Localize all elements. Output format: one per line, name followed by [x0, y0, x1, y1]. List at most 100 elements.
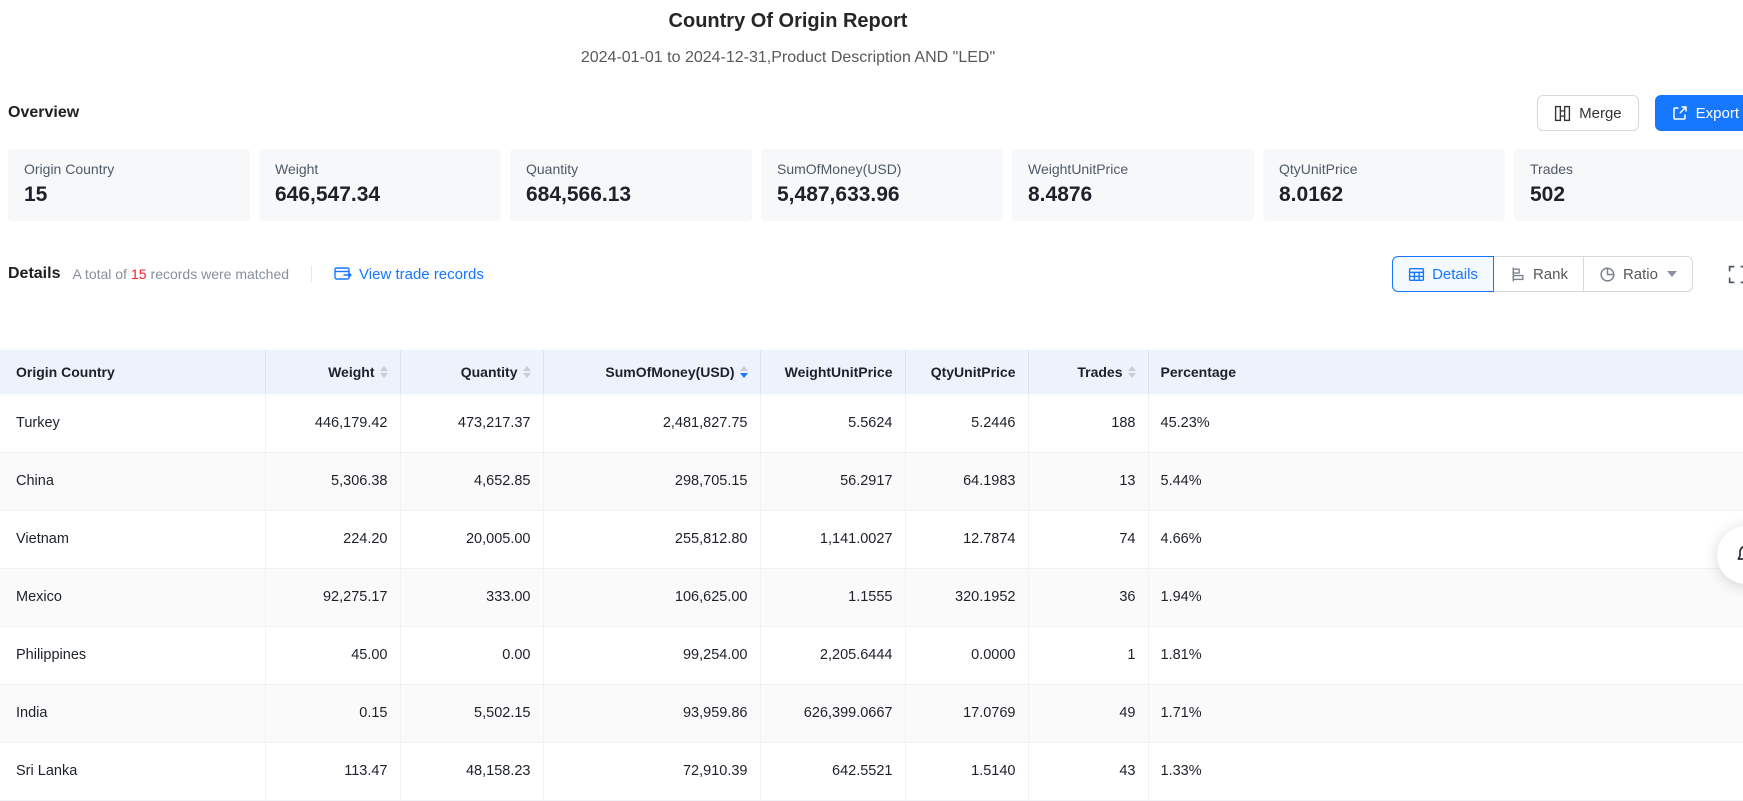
sort-icon[interactable]: [523, 366, 531, 378]
overview-card-value: 15: [24, 183, 234, 207]
table-row: Vietnam224.2020,005.00255,812.801,141.00…: [0, 510, 1743, 568]
value-cell: 1.1555: [760, 568, 905, 626]
table-row: Philippines45.000.0099,254.002,205.64440…: [0, 626, 1743, 684]
origin-country-cell: Sri Lanka: [0, 742, 265, 800]
value-cell: 473,217.37: [400, 394, 543, 452]
origin-country-cell: Mexico: [0, 568, 265, 626]
column-header-trades[interactable]: Trades: [1028, 350, 1148, 394]
value-cell: 0.15: [265, 684, 400, 742]
overview-card: Weight 646,547.34: [259, 149, 501, 221]
merge-button[interactable]: Merge: [1537, 95, 1639, 131]
view-switcher: Details Rank: [1392, 256, 1693, 292]
sort-icon[interactable]: [740, 366, 748, 378]
merge-icon: [1554, 105, 1571, 122]
value-cell: 56.2917: [760, 452, 905, 510]
value-cell: 13: [1028, 452, 1148, 510]
rank-bars-icon: [1509, 266, 1526, 283]
origin-country-cell: China: [0, 452, 265, 510]
column-label: WeightUnitPrice: [785, 364, 893, 380]
tab-ratio[interactable]: Ratio: [1583, 256, 1693, 292]
view-trade-records-link[interactable]: View trade records: [334, 266, 484, 283]
column-header-weightunitprice: WeightUnitPrice: [760, 350, 905, 394]
value-cell: 4.66%: [1148, 510, 1743, 568]
table-row: Turkey446,179.42473,217.372,481,827.755.…: [0, 394, 1743, 452]
tab-rank[interactable]: Rank: [1493, 256, 1584, 292]
value-cell: 45.23%: [1148, 394, 1743, 452]
column-header-sumofmoney-usd-[interactable]: SumOfMoney(USD): [543, 350, 760, 394]
value-cell: 1.71%: [1148, 684, 1743, 742]
overview-card: SumOfMoney(USD) 5,487,633.96: [761, 149, 1003, 221]
value-cell: 642.5521: [760, 742, 905, 800]
value-cell: 1,141.0027: [760, 510, 905, 568]
trade-records-icon: [334, 266, 352, 282]
value-cell: 188: [1028, 394, 1148, 452]
column-label: Percentage: [1161, 364, 1236, 380]
origin-country-cell: India: [0, 684, 265, 742]
overview-card-label: SumOfMoney(USD): [777, 161, 987, 177]
value-cell: 64.1983: [905, 452, 1028, 510]
matched-prefix: A total of: [72, 266, 126, 282]
details-toolbar-left: Details A total of15records were matched…: [8, 265, 484, 283]
column-label: Quantity: [461, 364, 518, 380]
sort-icon[interactable]: [1128, 366, 1136, 378]
column-label: QtyUnitPrice: [931, 364, 1016, 380]
overview-card-value: 8.0162: [1279, 183, 1489, 207]
report-page: Country Of Origin Report 2024-01-01 to 2…: [0, 0, 1743, 801]
tab-details[interactable]: Details: [1392, 256, 1494, 292]
value-cell: 1.5140: [905, 742, 1028, 800]
origin-country-table: Origin Country Weight Quantity SumOfMoney(U…: [0, 350, 1743, 801]
origin-country-cell: Vietnam: [0, 510, 265, 568]
value-cell: 298,705.15: [543, 452, 760, 510]
overview-card-value: 8.4876: [1028, 183, 1238, 207]
export-button[interactable]: Export: [1655, 95, 1743, 131]
column-header-quantity[interactable]: Quantity: [400, 350, 543, 394]
value-cell: 92,275.17: [265, 568, 400, 626]
divider: [311, 266, 312, 282]
table-row: India0.155,502.1593,959.86626,399.066717…: [0, 684, 1743, 742]
value-cell: 0.0000: [905, 626, 1028, 684]
table-row: Mexico92,275.17333.00106,625.001.1555320…: [0, 568, 1743, 626]
value-cell: 626,399.0667: [760, 684, 905, 742]
column-header-origin-country: Origin Country: [0, 350, 265, 394]
overview-card-label: Trades: [1530, 161, 1740, 177]
overview-heading: Overview: [8, 104, 79, 122]
value-cell: 5.44%: [1148, 452, 1743, 510]
overview-actions: Merge Export: [1537, 95, 1743, 131]
sort-icon[interactable]: [380, 366, 388, 378]
value-cell: 5.2446: [905, 394, 1028, 452]
value-cell: 446,179.42: [265, 394, 400, 452]
column-label: Origin Country: [16, 364, 115, 380]
pie-chart-icon: [1599, 266, 1616, 283]
chevron-down-icon: [1667, 271, 1677, 277]
view-trade-records-label: View trade records: [359, 266, 484, 283]
value-cell: 106,625.00: [543, 568, 760, 626]
export-icon: [1672, 105, 1688, 121]
tab-rank-label: Rank: [1533, 266, 1568, 283]
overview-card: Quantity 684,566.13: [510, 149, 752, 221]
value-cell: 45.00: [265, 626, 400, 684]
value-cell: 320.1952: [905, 568, 1028, 626]
details-toolbar: Details A total of15records were matched…: [8, 256, 1743, 292]
overview-bar: Overview Merge Export: [8, 95, 1743, 131]
value-cell: 4,652.85: [400, 452, 543, 510]
fullscreen-button[interactable]: [1727, 264, 1743, 285]
value-cell: 1.94%: [1148, 568, 1743, 626]
overview-card: WeightUnitPrice 8.4876: [1012, 149, 1254, 221]
report-header: Country Of Origin Report 2024-01-01 to 2…: [0, 0, 1576, 67]
table-header: Origin Country Weight Quantity SumOfMoney(U…: [0, 350, 1743, 394]
overview-card-value: 502: [1530, 183, 1740, 207]
value-cell: 333.00: [400, 568, 543, 626]
merge-button-label: Merge: [1579, 105, 1622, 122]
value-cell: 43: [1028, 742, 1148, 800]
value-cell: 0.00: [400, 626, 543, 684]
value-cell: 72,910.39: [543, 742, 760, 800]
overview-card-value: 646,547.34: [275, 183, 485, 207]
tab-details-label: Details: [1432, 266, 1478, 283]
column-header-weight[interactable]: Weight: [265, 350, 400, 394]
overview-card-label: Quantity: [526, 161, 736, 177]
page-title: Country Of Origin Report: [0, 10, 1576, 33]
column-label: Weight: [328, 364, 374, 380]
overview-cards: Origin Country 15 Weight 646,547.34 Quan…: [8, 149, 1743, 221]
details-toolbar-right: Details Rank: [1392, 256, 1743, 292]
overview-card-value: 684,566.13: [526, 183, 736, 207]
